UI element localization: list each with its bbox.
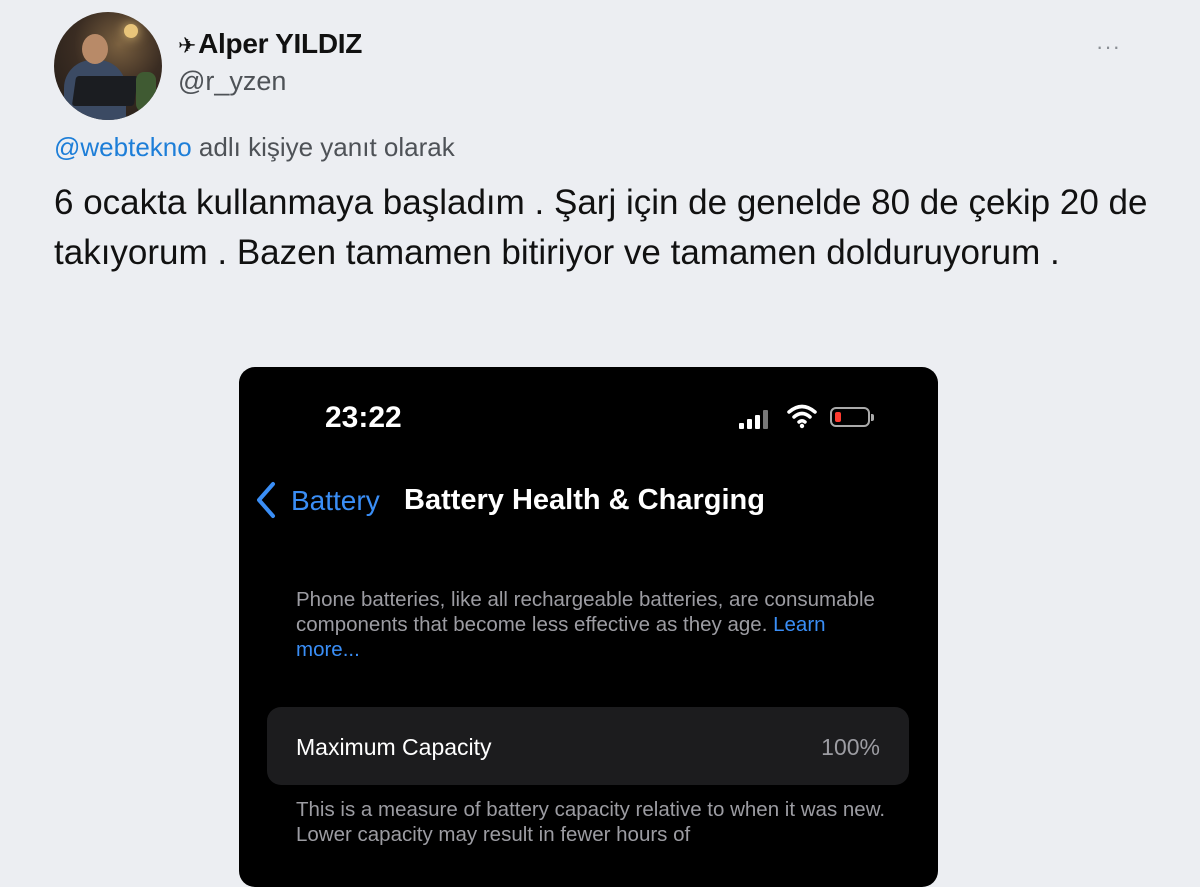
battery-status-icon xyxy=(830,407,874,427)
display-name[interactable]: ✈Alper YILDIZ xyxy=(178,28,362,60)
avatar-laptop xyxy=(71,76,139,106)
reply-context: @webtekno adlı kişiye yanıt olarak xyxy=(54,132,455,163)
tweet-text: 6 ocakta kullanmaya başladım . Şarj için… xyxy=(54,183,1148,272)
avatar-plant xyxy=(136,72,156,112)
more-options-icon[interactable]: ··· xyxy=(1096,34,1121,60)
maximum-capacity-row: Maximum Capacity 100% xyxy=(267,707,909,785)
screen-title: Battery Health & Charging xyxy=(404,484,765,516)
user-handle[interactable]: @r_yzen xyxy=(178,66,286,97)
avatar[interactable] xyxy=(54,12,162,120)
reply-suffix: adlı kişiye yanıt olarak xyxy=(191,132,455,162)
airplane-icon: ✈ xyxy=(178,33,197,58)
avatar-person-head xyxy=(82,34,108,64)
reply-mention-link[interactable]: @webtekno xyxy=(54,132,192,162)
maximum-capacity-label: Maximum Capacity xyxy=(296,734,492,760)
back-chevron-icon[interactable] xyxy=(255,481,277,519)
background-lamp xyxy=(124,24,138,38)
wifi-icon xyxy=(787,404,817,429)
attached-screenshot[interactable]: 23:22 Battery Battery Health & Charging … xyxy=(239,367,938,887)
maximum-capacity-value: 100% xyxy=(821,734,880,760)
back-button-label[interactable]: Battery xyxy=(291,485,380,517)
battery-description: Phone batteries, like all rechargeable b… xyxy=(296,587,886,662)
battery-nub xyxy=(871,414,874,421)
battery-fill xyxy=(835,412,841,422)
display-name-text: Alper YILDIZ xyxy=(198,28,363,59)
status-bar-time: 23:22 xyxy=(325,401,402,434)
capacity-note: This is a measure of battery capacity re… xyxy=(296,798,886,846)
cellular-signal-icon xyxy=(739,409,768,429)
